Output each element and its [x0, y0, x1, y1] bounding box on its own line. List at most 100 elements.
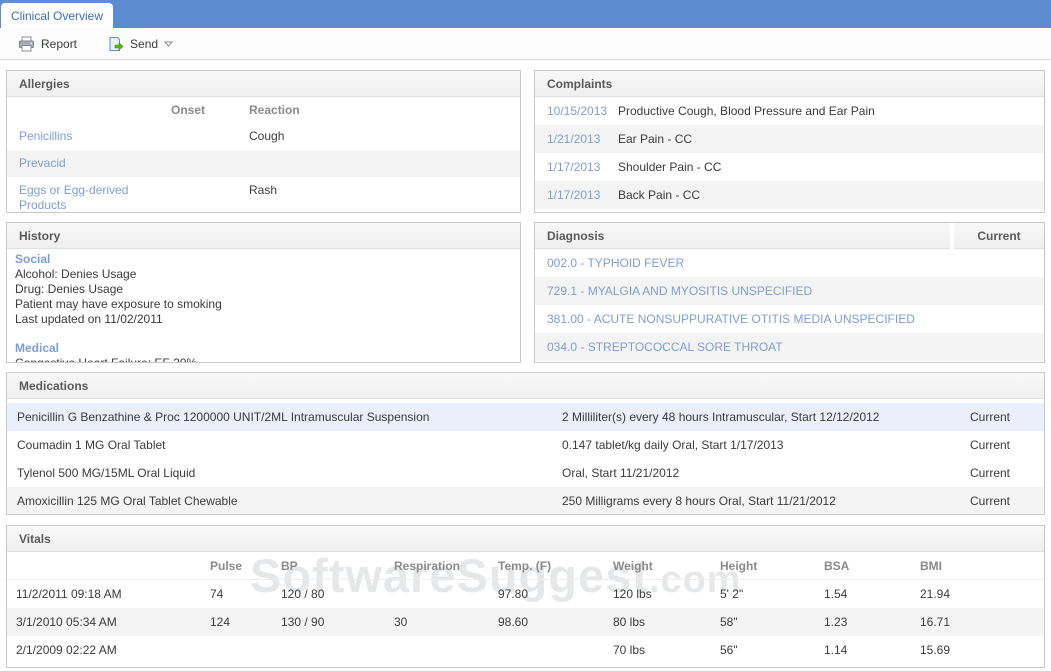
height-column-header: Height	[720, 559, 824, 573]
allergy-onset	[171, 183, 249, 213]
weight-column-header: Weight	[613, 559, 720, 573]
allergy-row[interactable]: Eggs or Egg-derived Products Rash	[7, 177, 520, 213]
allergy-onset	[171, 156, 249, 171]
medication-status: Current	[954, 494, 1044, 508]
vitals-column-headers: Pulse BP Respiration Temp. (F) Weight He…	[7, 552, 1044, 580]
history-line: Congestive Heart Failure: EF 20%	[15, 356, 520, 363]
report-button-label: Report	[41, 37, 77, 51]
complaints-title: Complaints	[547, 77, 612, 91]
diagnosis-link[interactable]: 729.1 - MYALGIA AND MYOSITIS UNSPECIFIED	[547, 284, 812, 298]
diagnosis-link[interactable]: 034.0 - STREPTOCOCCAL SORE THROAT	[547, 340, 783, 354]
medication-sig: 2 Milliliter(s) every 48 hours Intramusc…	[562, 410, 954, 424]
temp-column-header: Temp. (F)	[498, 559, 613, 573]
send-button-label: Send	[130, 37, 158, 51]
complaints-panel: Complaints 10/15/2013 Productive Cough, …	[534, 70, 1045, 213]
complaint-row[interactable]: 1/21/2013 Ear Pain - CC	[535, 125, 1044, 153]
complaint-row[interactable]: 10/15/2013 Productive Cough, Blood Press…	[535, 97, 1044, 125]
complaint-date-link[interactable]: 10/15/2013	[547, 104, 607, 118]
medication-status: Current	[954, 466, 1044, 480]
toolbar: Report Send	[0, 28, 1051, 60]
complaint-text: Back Pain - CC	[618, 188, 1044, 202]
tab-label: Clinical Overview	[11, 9, 103, 23]
vitals-row[interactable]: 2/1/2009 02:22 AM 70 lbs 56" 1.14 15.69	[7, 636, 1044, 664]
history-title: History	[19, 229, 60, 243]
allergy-name-link[interactable]: Eggs or Egg-derived Products	[19, 183, 128, 212]
allergies-panel-header: Allergies	[7, 71, 520, 97]
diagnosis-row[interactable]: 381.00 - ACUTE NONSUPPURATIVE OTITIS MED…	[535, 305, 1044, 333]
medication-sig: Oral, Start 11/21/2012	[562, 466, 954, 480]
allergy-name-link[interactable]: Penicillins	[19, 129, 72, 143]
medications-panel-header: Medications	[7, 373, 1044, 399]
allergy-onset	[171, 129, 249, 144]
history-panel: History Social Alcohol: Denies Usage Dru…	[6, 222, 521, 363]
medication-name: Penicillin G Benzathine & Proc 1200000 U…	[17, 410, 562, 424]
history-line: Alcohol: Denies Usage	[15, 267, 520, 282]
complaint-text: Productive Cough, Blood Pressure and Ear…	[618, 104, 1044, 118]
diagnosis-current-column-header: Current	[977, 229, 1020, 243]
medication-row[interactable]: Coumadin 1 MG Oral Tablet 0.147 tablet/k…	[7, 431, 1044, 459]
allergies-panel: Allergies Onset Reaction Penicillins Cou…	[6, 70, 521, 213]
vitals-datetime: 2/1/2009 02:22 AM	[16, 643, 210, 657]
complaints-panel-header: Complaints	[535, 71, 1044, 97]
diagnosis-link[interactable]: 002.0 - TYPHOID FEVER	[547, 256, 684, 270]
history-line: Patient may have exposure to smoking	[15, 297, 520, 312]
history-section-link[interactable]: Medical	[15, 341, 59, 355]
allergy-row[interactable]: Prevacid	[7, 150, 520, 177]
tab-bar: Clinical Overview	[0, 0, 1051, 28]
diagnosis-link[interactable]: 381.00 - ACUTE NONSUPPURATIVE OTITIS MED…	[547, 312, 915, 326]
diagnosis-panel: Diagnosis Current 002.0 - TYPHOID FEVER …	[534, 222, 1045, 363]
allergies-title: Allergies	[19, 77, 70, 91]
complaint-date-link[interactable]: 1/21/2013	[547, 132, 600, 146]
history-body: Social Alcohol: Denies Usage Drug: Denie…	[7, 249, 520, 363]
complaint-text: Shoulder Pain - CC	[618, 160, 1044, 174]
send-icon	[107, 36, 124, 52]
allergy-name-link[interactable]: Prevacid	[19, 156, 66, 170]
clinical-overview-screen: Clinical Overview Report Send Allergies	[0, 0, 1051, 671]
diagnosis-row[interactable]: 729.1 - MYALGIA AND MYOSITIS UNSPECIFIED	[535, 277, 1044, 305]
history-line: Last updated on 11/02/2011	[15, 312, 520, 327]
history-line: Drug: Denies Usage	[15, 282, 520, 297]
vitals-title: Vitals	[19, 532, 51, 546]
bmi-column-header: BMI	[920, 559, 1044, 573]
onset-column-header: Onset	[171, 103, 249, 117]
chevron-down-icon	[164, 41, 173, 47]
allergy-reaction: Cough	[249, 129, 520, 144]
history-section-link[interactable]: Social	[15, 252, 50, 266]
medication-row[interactable]: Amoxicillin 125 MG Oral Tablet Chewable …	[7, 487, 1044, 515]
medications-panel: Medications Penicillin G Benzathine & Pr…	[6, 372, 1045, 515]
complaint-row[interactable]: 1/17/2013 Back Pain - CC	[535, 181, 1044, 209]
reaction-column-header: Reaction	[249, 103, 520, 117]
diagnosis-panel-header: Diagnosis Current	[535, 223, 1044, 249]
complaint-date-link[interactable]: 1/17/2013	[547, 160, 600, 174]
vitals-row[interactable]: 3/1/2010 05:34 AM 124 130 / 90 30 98.60 …	[7, 608, 1044, 636]
respiration-column-header: Respiration	[394, 559, 498, 573]
send-button[interactable]: Send	[99, 33, 181, 55]
history-panel-header: History	[7, 223, 520, 249]
printer-icon	[18, 36, 35, 52]
complaint-text: Ear Pain - CC	[618, 132, 1044, 146]
vitals-row[interactable]: 11/2/2011 09:18 AM 74 120 / 80 97.80 120…	[7, 580, 1044, 608]
allergies-column-headers: Onset Reaction	[7, 97, 520, 123]
vitals-datetime: 11/2/2011 09:18 AM	[16, 587, 210, 601]
medication-status: Current	[954, 438, 1044, 452]
tab-clinical-overview[interactable]: Clinical Overview	[1, 3, 113, 28]
medication-name: Tylenol 500 MG/15ML Oral Liquid	[17, 466, 562, 480]
medication-name: Amoxicillin 125 MG Oral Tablet Chewable	[17, 494, 562, 508]
medication-sig: 250 Milligrams every 8 hours Oral, Start…	[562, 494, 954, 508]
diagnosis-row[interactable]: 034.0 - STREPTOCOCCAL SORE THROAT	[535, 333, 1044, 361]
medication-row[interactable]: Tylenol 500 MG/15ML Oral Liquid Oral, St…	[7, 459, 1044, 487]
pulse-column-header: Pulse	[210, 559, 281, 573]
diagnosis-row[interactable]: 002.0 - TYPHOID FEVER	[535, 249, 1044, 277]
medications-title: Medications	[19, 379, 88, 393]
complaint-row[interactable]: 1/17/2013 Shoulder Pain - CC	[535, 153, 1044, 181]
vitals-panel: Vitals SoftwareSuggest.com Pulse BP Resp…	[6, 525, 1045, 668]
medication-status: Current	[954, 410, 1044, 424]
vitals-datetime: 3/1/2010 05:34 AM	[16, 615, 210, 629]
allergy-reaction	[249, 156, 520, 171]
medication-row[interactable]: Penicillin G Benzathine & Proc 1200000 U…	[7, 403, 1044, 431]
medication-name: Coumadin 1 MG Oral Tablet	[17, 438, 562, 452]
complaint-date-link[interactable]: 1/17/2013	[547, 188, 600, 202]
allergy-row[interactable]: Penicillins Cough	[7, 123, 520, 150]
report-button[interactable]: Report	[10, 33, 85, 55]
bp-column-header: BP	[281, 559, 394, 573]
